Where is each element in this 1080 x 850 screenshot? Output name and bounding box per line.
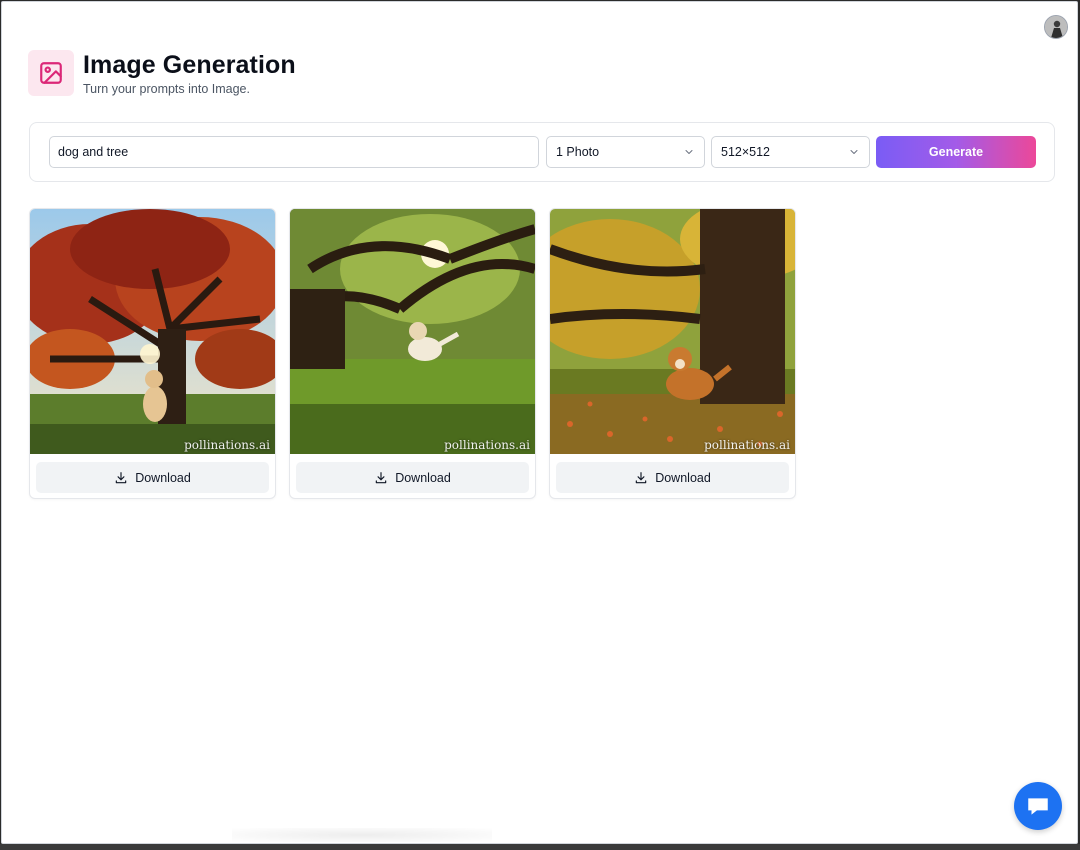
chat-bubble-icon [1028,798,1048,815]
download-icon [375,471,387,483]
watermark-text: pollinations.ai [444,438,530,452]
image-card: pollinations.ai Download [29,208,276,499]
download-button[interactable]: Download [296,462,529,493]
download-button[interactable]: Download [36,462,269,493]
download-label: Download [395,470,451,485]
photo-count-select[interactable]: 1 Photo [546,136,705,168]
page-title: Image Generation [83,51,296,79]
download-button[interactable]: Download [556,462,789,493]
generated-image[interactable]: pollinations.ai [290,209,535,454]
chat-button[interactable] [1014,782,1062,830]
app-window: Image Generation Turn your prompts into … [1,1,1078,844]
prompt-input[interactable] [49,136,539,168]
download-label: Download [135,470,191,485]
generated-image[interactable]: pollinations.ai [550,209,795,454]
generate-button[interactable]: Generate [876,136,1036,168]
decorative-shadow [232,828,492,842]
download-icon [115,471,127,483]
generated-image[interactable]: pollinations.ai [30,209,275,454]
image-icon [28,50,74,96]
image-card: pollinations.ai Download [549,208,796,499]
chevron-down-icon [685,150,693,154]
watermark-text: pollinations.ai [184,438,270,452]
watermark-text: pollinations.ai [704,438,790,452]
image-card: pollinations.ai Download [289,208,536,499]
photo-count-value: 1 Photo [556,145,600,159]
user-avatar[interactable] [1044,15,1068,39]
window-bottom-edge [0,844,1080,850]
page-subtitle: Turn your prompts into Image. [83,82,250,96]
chevron-down-icon [850,150,858,154]
image-size-value: 512×512 [721,145,771,159]
download-label: Download [655,470,711,485]
download-icon [635,471,647,483]
generation-controls: 1 Photo 512×512 Generate [29,122,1055,182]
image-size-select[interactable]: 512×512 [711,136,870,168]
